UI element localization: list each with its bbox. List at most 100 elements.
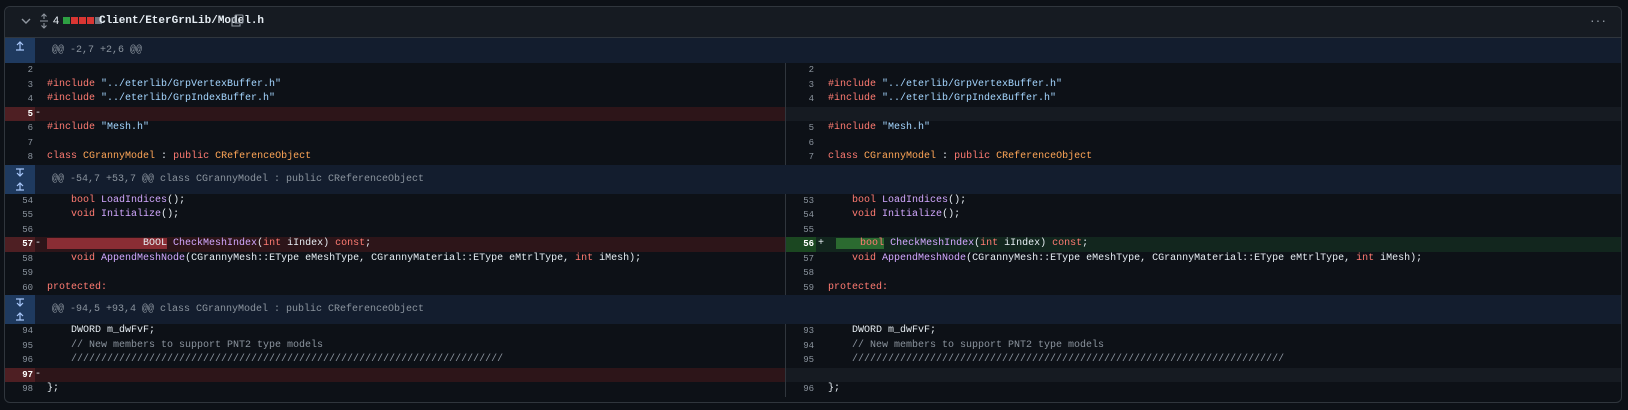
- code-token: int: [575, 252, 594, 264]
- expand-up-button[interactable]: [5, 38, 35, 63]
- line-number[interactable]: 57: [786, 252, 816, 267]
- line-number[interactable]: 7: [786, 150, 816, 165]
- code-token: CheckMeshIndex: [890, 238, 975, 249]
- code-token: protected:: [828, 281, 889, 293]
- diff-marker: -: [35, 368, 42, 380]
- expand-both-button[interactable]: [5, 295, 35, 324]
- diff-row: 98 }; 96 };: [5, 382, 1621, 397]
- line-number[interactable]: 55: [786, 223, 816, 238]
- code-token: ();: [942, 209, 961, 220]
- line-number[interactable]: 6: [786, 136, 816, 151]
- line-number[interactable]: 59: [5, 266, 35, 281]
- line-number[interactable]: 97: [5, 367, 35, 382]
- code-token: #include: [828, 78, 877, 90]
- code-token: DWORD m_dwFvF;: [852, 325, 937, 336]
- line-number[interactable]: 95: [786, 353, 816, 368]
- code-token: class: [828, 151, 859, 162]
- line-number[interactable]: 95: [5, 339, 35, 354]
- diff-row: 7 6: [5, 135, 1621, 151]
- code-token: // New members to support PNT2 type mode…: [71, 339, 324, 351]
- line-number[interactable]: 8: [5, 150, 35, 165]
- diff-row: 54 bool LoadIndices(); 53 bool LoadIndic…: [5, 193, 1621, 209]
- code-token: #include: [47, 78, 96, 90]
- line-number[interactable]: 4: [786, 92, 816, 107]
- code-token: BOOL: [143, 238, 168, 249]
- line-number[interactable]: 55: [5, 208, 35, 223]
- line-number[interactable]: 2: [786, 63, 816, 78]
- code-token: AppendMeshNode: [101, 252, 186, 264]
- line-number[interactable]: 53: [786, 194, 816, 209]
- expand-both-button[interactable]: [5, 164, 35, 194]
- code-token: bool: [860, 238, 885, 249]
- code-token: iIndex): [998, 238, 1047, 249]
- line-number[interactable]: 93: [786, 324, 816, 339]
- line-number[interactable]: 94: [5, 324, 35, 339]
- line-number[interactable]: 94: [786, 339, 816, 354]
- chevron-down-icon[interactable]: [19, 14, 33, 28]
- line-number[interactable]: 56: [5, 223, 35, 238]
- expand-up-icon: [16, 181, 24, 191]
- code-token: ();: [948, 194, 967, 206]
- code-token: (CGrannyMesh::EType eMeshType, CGrannyMa…: [966, 252, 1351, 264]
- code-token: LoadIndices: [101, 194, 168, 206]
- code-token: Initialize: [101, 209, 162, 220]
- code-token: int: [263, 238, 282, 249]
- diffstat-del: [87, 17, 94, 24]
- more-options-icon[interactable]: ···: [1590, 12, 1607, 28]
- line-number[interactable]: 58: [786, 266, 816, 281]
- diff-row: 3 #include "../eterlib/GrpVertexBuffer.h…: [5, 77, 1621, 93]
- diff-row: 60 protected: 59 protected:: [5, 280, 1621, 296]
- code-token: #include: [828, 122, 877, 133]
- line-number[interactable]: 6: [5, 121, 35, 136]
- code-token: void: [852, 252, 877, 264]
- diff-row: 58 void AppendMeshNode(CGrannyMesh::ETyp…: [5, 251, 1621, 267]
- diff-row: 8 class CGrannyModel : public CReference…: [5, 150, 1621, 165]
- diff-marker: +: [818, 238, 825, 249]
- expand-all-icon[interactable]: [38, 13, 50, 29]
- line-number[interactable]: 96: [786, 382, 816, 397]
- line-number[interactable]: 56: [786, 237, 816, 252]
- line-number[interactable]: 54: [786, 208, 816, 223]
- line-number[interactable]: 7: [5, 136, 35, 151]
- diff-row: 2 2: [5, 63, 1621, 78]
- hunk-text: @@ -2,7 +2,6 @@: [52, 45, 143, 56]
- code-token: int: [980, 238, 999, 249]
- line-number[interactable]: 3: [786, 78, 816, 93]
- code-token: public: [954, 151, 991, 162]
- diff-row: 4 #include "../eterlib/GrpIndexBuffer.h"…: [5, 92, 1621, 107]
- code-token: ();: [161, 209, 180, 220]
- line-number[interactable]: 58: [5, 252, 35, 267]
- expand-down-icon: [16, 298, 24, 307]
- diffstat-del: [71, 17, 78, 24]
- diff-row: 96 /////////////////////////////////////…: [5, 353, 1621, 368]
- line-number[interactable]: 98: [5, 382, 35, 397]
- code-token: CGrannyModel: [864, 151, 937, 162]
- copy-icon[interactable]: [231, 14, 244, 27]
- diff-row: 59 58: [5, 266, 1621, 281]
- code-token: CGrannyModel: [83, 151, 156, 162]
- code-token: };: [47, 383, 60, 394]
- line-number[interactable]: 3: [5, 78, 35, 93]
- line-number[interactable]: 2: [5, 63, 35, 78]
- code-token: class: [47, 151, 78, 162]
- line-number[interactable]: 59: [786, 281, 816, 296]
- code-token: protected:: [47, 281, 108, 293]
- diff-file: 4 Client/EterGrnLib/Model.h ··· @@ -2,7 …: [4, 6, 1622, 403]
- line-number[interactable]: 54: [5, 194, 35, 209]
- line-number[interactable]: 5: [5, 106, 35, 121]
- code-token: "../eterlib/GrpIndexBuffer.h": [882, 93, 1057, 104]
- line-number[interactable]: 4: [5, 92, 35, 107]
- line-number[interactable]: 60: [5, 281, 35, 296]
- code-token: (CGrannyMesh::EType eMeshType, CGrannyMa…: [185, 252, 570, 264]
- hunk-text: @@ -54,7 +53,7 @@ class CGrannyModel : p…: [52, 173, 425, 185]
- code-token: bool: [852, 194, 877, 206]
- code-token: "Mesh.h": [882, 122, 931, 133]
- expand-up-icon: [16, 312, 24, 321]
- hunk-header: @@ -2,7 +2,6 @@: [5, 38, 1621, 63]
- line-number[interactable]: 57: [5, 237, 35, 252]
- diff-row: 56 55: [5, 222, 1621, 238]
- line-number[interactable]: 5: [786, 121, 816, 136]
- code-token: #include: [828, 93, 877, 104]
- line-number[interactable]: 96: [5, 353, 35, 368]
- code-token: int: [1356, 252, 1375, 264]
